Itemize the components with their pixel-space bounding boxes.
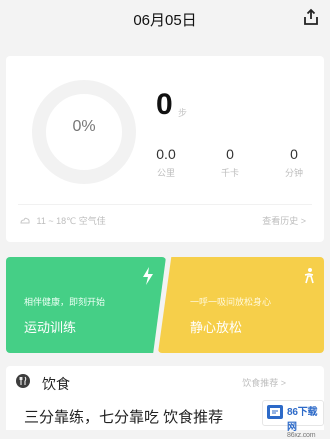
share-icon[interactable] xyxy=(302,8,320,26)
stat-distance: 0.0 公里 xyxy=(136,146,196,179)
diet-title: 饮食 xyxy=(42,376,70,392)
summary-divider xyxy=(18,204,312,205)
relax-subtitle: 一呼一吸间放松身心 xyxy=(190,297,272,307)
cutlery-icon xyxy=(16,374,30,388)
view-history-link[interactable]: 查看历史 > xyxy=(262,214,306,227)
weather-text: 11 ~ 18℃ 空气佳 xyxy=(36,216,106,226)
stat-distance-label: 公里 xyxy=(156,168,175,178)
watermark-brand: 86下载网 xyxy=(287,407,318,433)
stat-duration: 0 分钟 xyxy=(264,146,324,179)
stat-duration-label: 分钟 xyxy=(284,168,303,178)
progress-percent: 0% xyxy=(72,118,96,135)
weather-icon xyxy=(20,217,30,224)
training-subtitle: 相伴健康，即刻开始 xyxy=(24,297,106,307)
stat-calories: 0 千卡 xyxy=(200,146,260,179)
stat-calories-value: 0 xyxy=(226,146,234,162)
top-bar: 06月05日 xyxy=(0,0,330,36)
activity-summary-card[interactable]: 0% 0 步 0.0 公里 0 千卡 0 分钟 11 ~ 18℃ 空气佳 查看历… xyxy=(6,56,324,242)
stat-duration-value: 0 xyxy=(290,146,298,162)
diet-quote: 三分靠练，七分靠吃 饮食推荐 xyxy=(24,409,224,426)
relax-title: 静心放松 xyxy=(190,320,243,335)
download-site-logo-icon xyxy=(267,405,283,419)
step-count: 0 xyxy=(156,88,173,121)
relax-icon xyxy=(304,268,314,284)
training-title: 运动训练 xyxy=(24,320,77,335)
step-unit: 步 xyxy=(178,108,188,118)
lightning-icon xyxy=(143,267,153,285)
training-card[interactable]: 相伴健康，即刻开始 运动训练 xyxy=(6,257,166,353)
diet-recommend-link[interactable]: 饮食推荐 > xyxy=(242,376,286,389)
site-watermark: 86下载网 86xz.com xyxy=(262,400,324,439)
weather-info: 11 ~ 18℃ 空气佳 xyxy=(20,214,106,227)
watermark-text: 86下载网 86xz.com xyxy=(287,403,323,439)
relax-card[interactable]: 一呼一吸间放松身心 静心放松 xyxy=(158,257,324,353)
stat-calories-label: 千卡 xyxy=(220,168,239,178)
watermark-sub: 86xz.com xyxy=(287,432,316,439)
date-title: 06月05日 xyxy=(133,12,197,29)
stat-distance-value: 0.0 xyxy=(156,146,176,162)
